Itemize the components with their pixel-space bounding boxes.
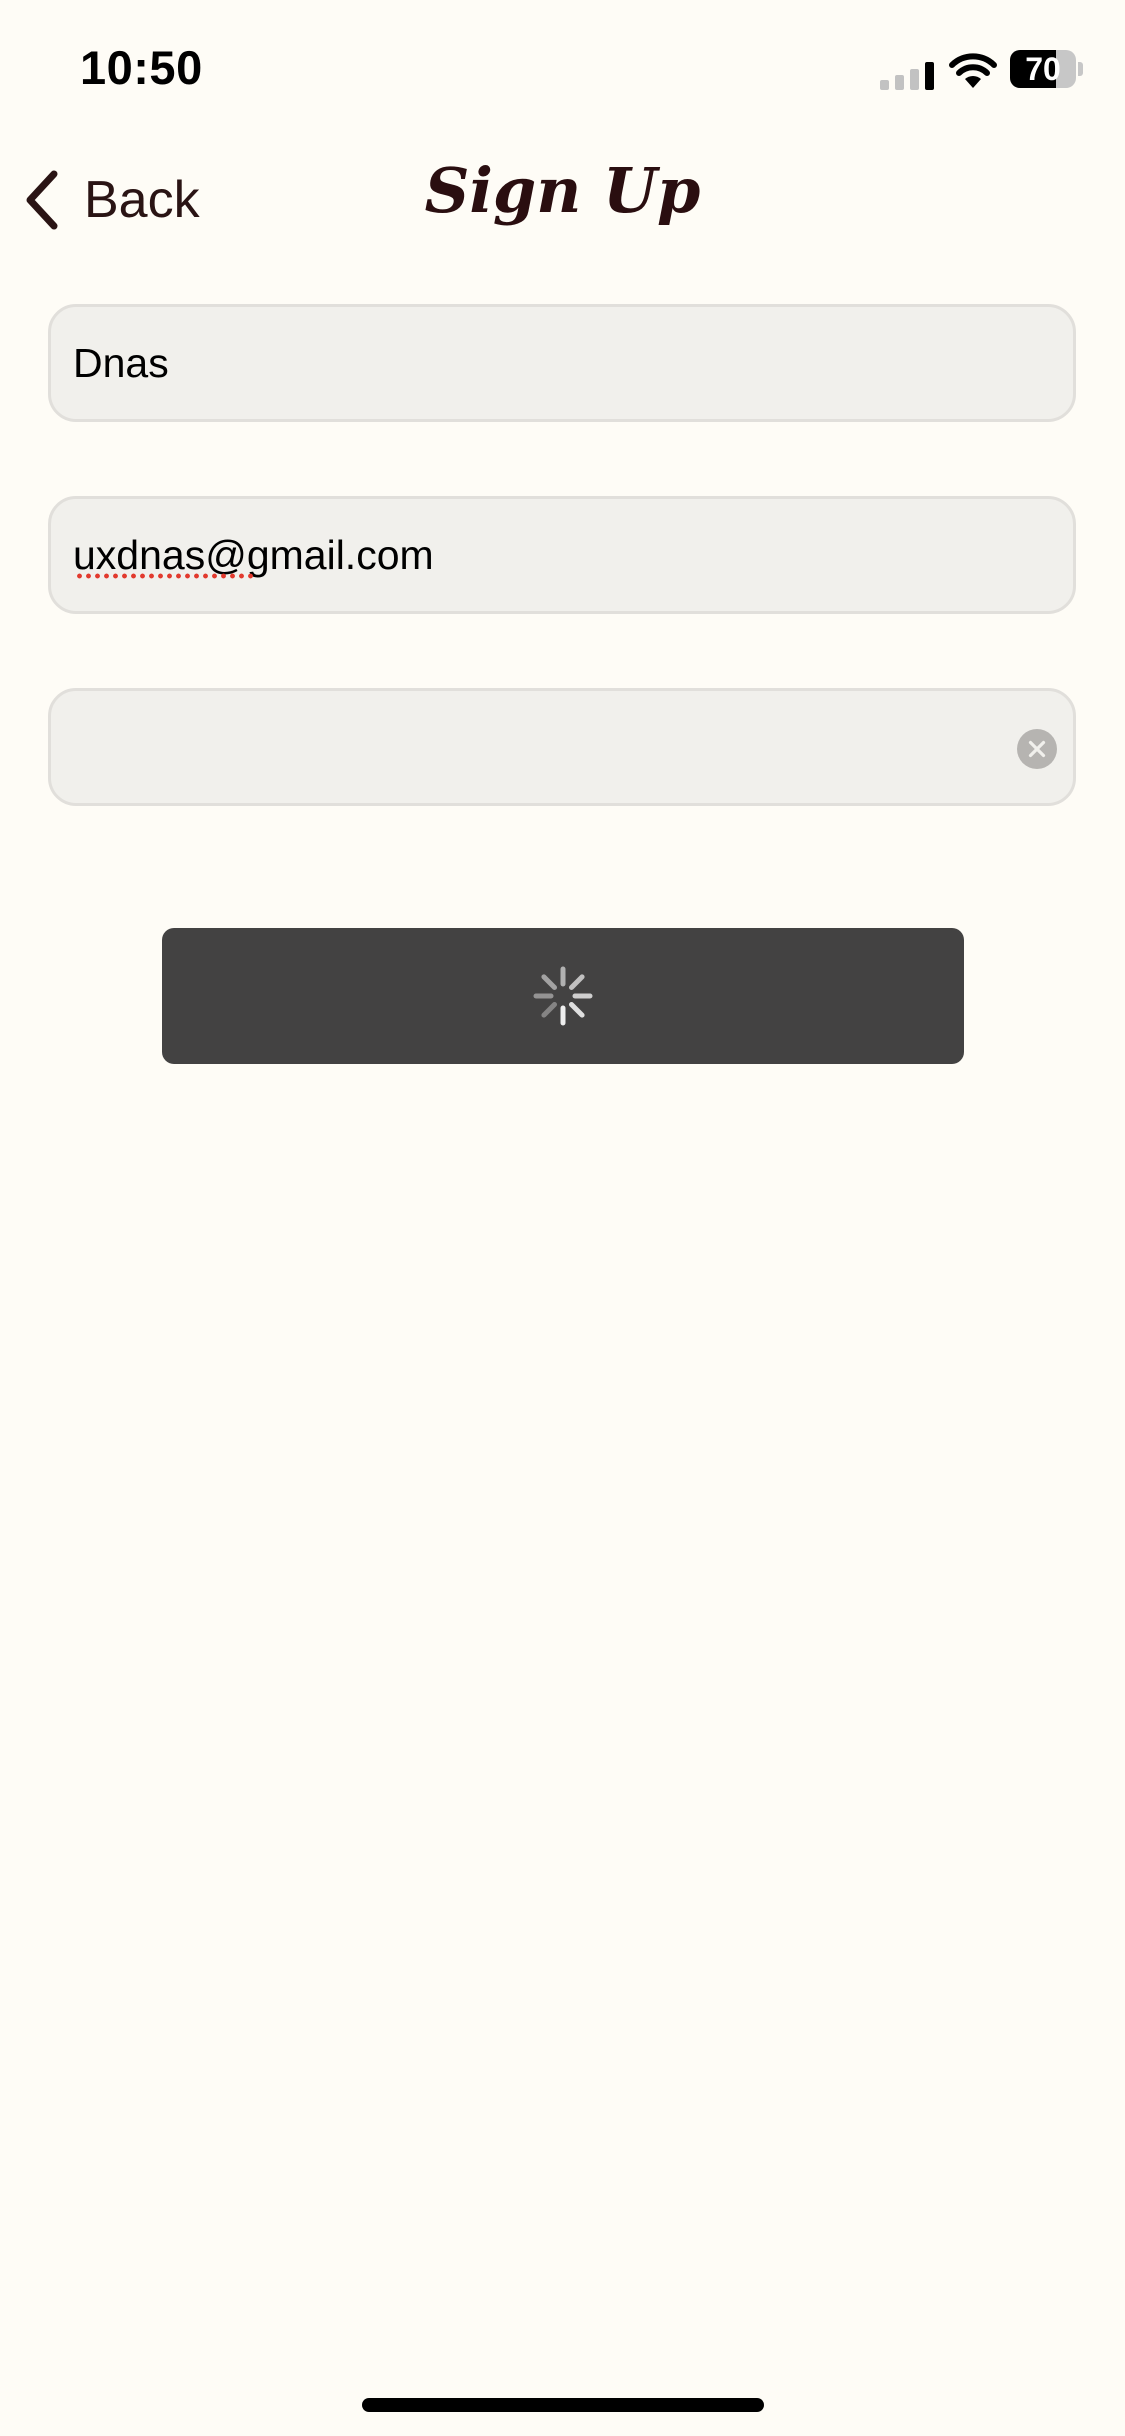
- spinner-spoke: [541, 1001, 558, 1018]
- password-field[interactable]: [48, 688, 1076, 806]
- status-bar: 10:50 70: [0, 0, 1125, 140]
- email-field[interactable]: [48, 496, 1076, 614]
- spinner-spoke: [568, 1001, 585, 1018]
- email-input[interactable]: [73, 499, 1013, 611]
- wifi-icon: [949, 53, 997, 88]
- spellcheck-underline: [75, 573, 255, 579]
- page-title: Sign Up: [424, 154, 701, 227]
- spinner-spoke: [568, 974, 585, 991]
- battery-nub: [1078, 62, 1083, 76]
- password-input[interactable]: [73, 691, 1013, 803]
- submit-button[interactable]: [162, 928, 964, 1064]
- status-time: 10:50: [80, 41, 203, 94]
- name-field[interactable]: [48, 304, 1076, 422]
- signal-icon: [880, 62, 934, 90]
- spinner-spoke: [541, 974, 558, 991]
- name-input[interactable]: [73, 307, 1013, 419]
- clear-button[interactable]: [1017, 729, 1057, 769]
- battery-level: 70: [1025, 51, 1061, 87]
- battery-icon: 70: [1010, 50, 1083, 88]
- loading-spinner-icon: [533, 966, 593, 1026]
- nav-bar: Back Sign Up: [0, 140, 1125, 260]
- clear-icon: [1028, 740, 1046, 758]
- home-indicator: [362, 2398, 764, 2412]
- battery-body: 70: [1010, 50, 1076, 88]
